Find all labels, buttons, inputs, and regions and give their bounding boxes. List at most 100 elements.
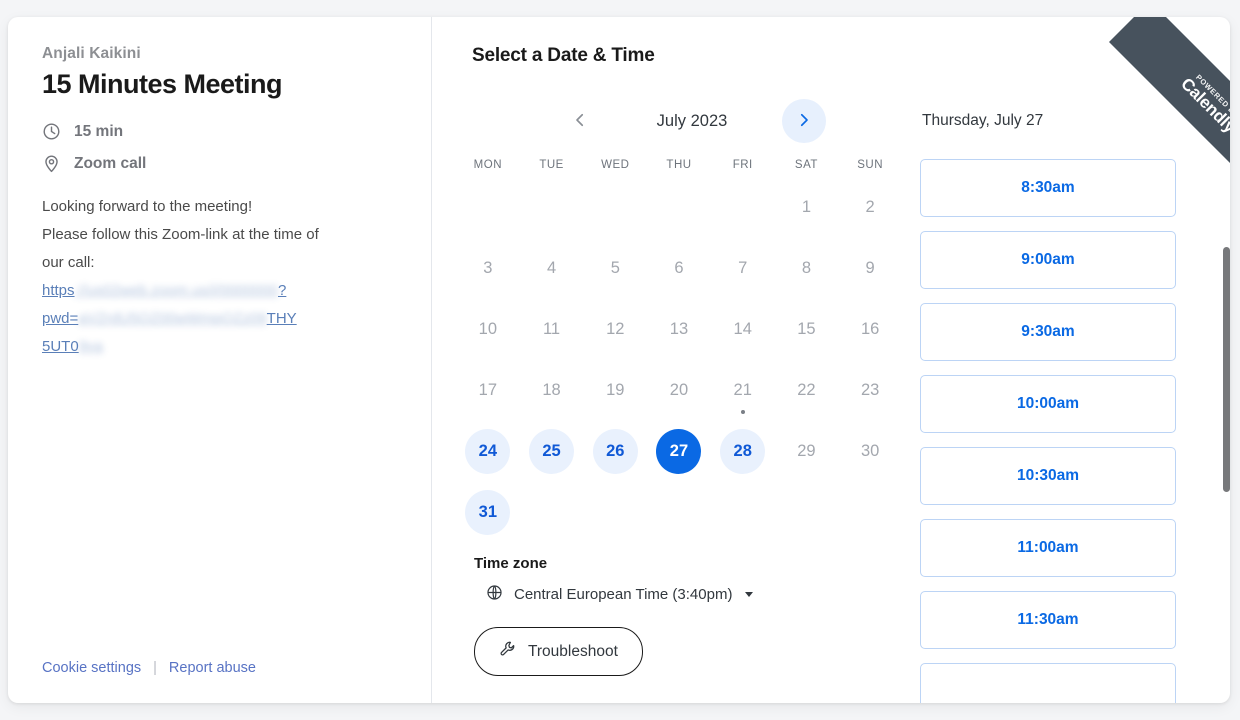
report-abuse-link[interactable]: Report abuse [169,660,256,676]
calendar-day-cell: 13 [647,299,711,360]
event-location-label: Zoom call [74,154,147,172]
timezone-title: Time zone [474,555,548,572]
calendar-day-4: 4 [529,246,574,291]
calendar-day-24[interactable]: 24 [465,429,511,474]
calendar-day-30: 30 [848,429,893,474]
calendar-day-6: 6 [656,246,701,291]
calendar-day-cell: 9 [838,238,902,299]
calendar-weekday-mon: MON [473,159,503,171]
time-slot-partial[interactable] [920,663,1176,703]
calendar-day-cell: 3 [456,238,520,299]
next-month-button[interactable] [782,99,826,143]
calendar-day-23: 23 [848,368,893,413]
previous-month-button[interactable] [558,99,602,143]
calendar-day-14: 14 [720,307,765,352]
calendar-day-29: 29 [784,429,829,474]
calendar-day-cell [583,177,647,238]
calendar-day-cell: 12 [583,299,647,360]
calendar-day-25[interactable]: 25 [529,429,575,474]
timezone-block: Time zone Central European Time (3:40pm) [456,555,902,676]
calendar-day-cell: 27 [647,421,711,482]
time-slot-930am[interactable]: 9:30am [920,303,1176,361]
wrench-icon [499,640,517,663]
calendar-day-20: 20 [656,368,701,413]
zoom-link-part-1: https [42,282,75,299]
calendar-grid: 1 2 3 4 5 6 7 8 9 10 11 12 13 14 15 16 17 18 19 20 21 22 23 24 2… [456,177,902,543]
calendar-week-row: 3456789 [456,238,902,299]
cookie-settings-link[interactable]: Cookie settings [42,660,141,676]
time-slot-900am[interactable]: 9:00am [920,231,1176,289]
page-title: 15 Minutes Meeting [42,69,283,99]
zoom-link-redacted-3: 9ya [78,338,103,355]
calendar-day-cell [520,177,584,238]
calendar-day-cell: 24 [456,421,520,482]
time-slot-1000am[interactable]: 10:00am [920,375,1176,433]
calendar-day-cell [838,482,902,543]
calendar-day-16: 16 [848,307,893,352]
calendar-weekday-sun: SUN [857,159,884,171]
calendar-day-5: 5 [593,246,638,291]
calendar-day-cell: 8 [775,238,839,299]
calendar-day-cell [711,482,775,543]
calendar-weekday-tue: TUE [539,159,564,171]
calendar-week-row: 10 11 12 13 14 15 16 [456,299,902,360]
selected-date-label: Thursday, July 27 [922,112,1044,129]
time-slot-830am[interactable]: 8:30am [920,159,1176,217]
timezone-select[interactable]: Central European Time (3:40pm) [474,584,754,605]
calendar-weekday-wed: WED [601,159,630,171]
calendar-day-cell [711,177,775,238]
calendar-day-31[interactable]: 31 [465,490,511,535]
slots-scrollbar[interactable] [1223,247,1230,703]
troubleshoot-button[interactable]: Troubleshoot [474,627,643,676]
calendar-day-cell: 15 [775,299,839,360]
event-location: Zoom call [42,154,397,173]
calendar-weekday-sat: SAT [794,159,818,171]
time-slot-list: Thursday, July 27 8:30am 9:00am 9:30am 10:0… [902,97,1230,703]
time-slot-1130am[interactable]: 11:30am [920,591,1176,649]
zoom-meeting-link[interactable]: https://us02web.zoom.us/j/0000000? [42,277,397,305]
time-slot-1030am[interactable]: 10:30am [920,447,1176,505]
calendar-day-9: 9 [848,246,893,291]
calendar-day-27[interactable]: 27 [656,429,702,474]
zoom-link-part-2: ? [278,282,287,299]
calendar-day-cell: 30 [838,421,902,482]
left-panel-footer: Cookie settings | Report abuse [42,660,256,676]
calendar-month-label: July 2023 [656,111,728,130]
calendar-day-cell [647,177,711,238]
calendar-day-cell [456,177,520,238]
calendar-day-cell: 31 [456,482,520,543]
calendar-day-cell: 18 [520,360,584,421]
calendar-day-26[interactable]: 26 [592,429,638,474]
calendar-week-row: 24 25 26 27 28 29 30 [456,421,902,482]
zoom-meeting-link-end[interactable]: 5UT09ya [42,333,397,361]
event-duration-label: 15 min [74,122,124,140]
host-name: Anjali Kaikini [42,45,141,62]
calendar-day-2: 2 [848,185,893,230]
time-slot-1100am[interactable]: 11:00am [920,519,1176,577]
footer-separator: | [153,660,157,676]
calendar-day-cell [775,482,839,543]
calendar-day-cell: 14 [711,299,775,360]
calendar: July 2023 MON TUE WED THU FRI SAT SUN 12345678… [432,97,902,703]
calendar-day-cell: 4 [520,238,584,299]
description-line-1: Looking forward to the meeting! [42,198,253,215]
zoom-link-redacted-1: ://us02web.zoom.us/j/0000000 [74,282,278,299]
event-description: Looking forward to the meeting! Please f… [42,193,397,361]
calendar-day-18: 18 [529,368,574,413]
calendar-week-row: 17 18 19 20 21 22 23 [456,360,902,421]
calendar-day-cell: 29 [775,421,839,482]
zoom-link-redacted-2: aVZrdU5QZ00wWmpQZz09 [78,310,267,327]
calendar-day-cell [583,482,647,543]
slots-scrollbar-thumb[interactable] [1223,247,1230,492]
calendar-day-cell: 22 [775,360,839,421]
calendar-day-cell: 23 [838,360,902,421]
calendar-week-row: 31 [456,482,902,543]
zoom-meeting-link-continued[interactable]: pwd=aVZrdU5QZ00wWmpQZz09THY [42,305,397,333]
event-details-panel: Anjali Kaikini 15 Minutes Meeting 15 min… [8,17,432,703]
calendar-day-cell: 5 [583,238,647,299]
calendar-day-cell: 19 [583,360,647,421]
troubleshoot-label: Troubleshoot [528,642,618,660]
calendar-day-1: 1 [784,185,829,230]
calendar-day-28[interactable]: 28 [720,429,766,474]
calendar-day-cell: 28 [711,421,775,482]
